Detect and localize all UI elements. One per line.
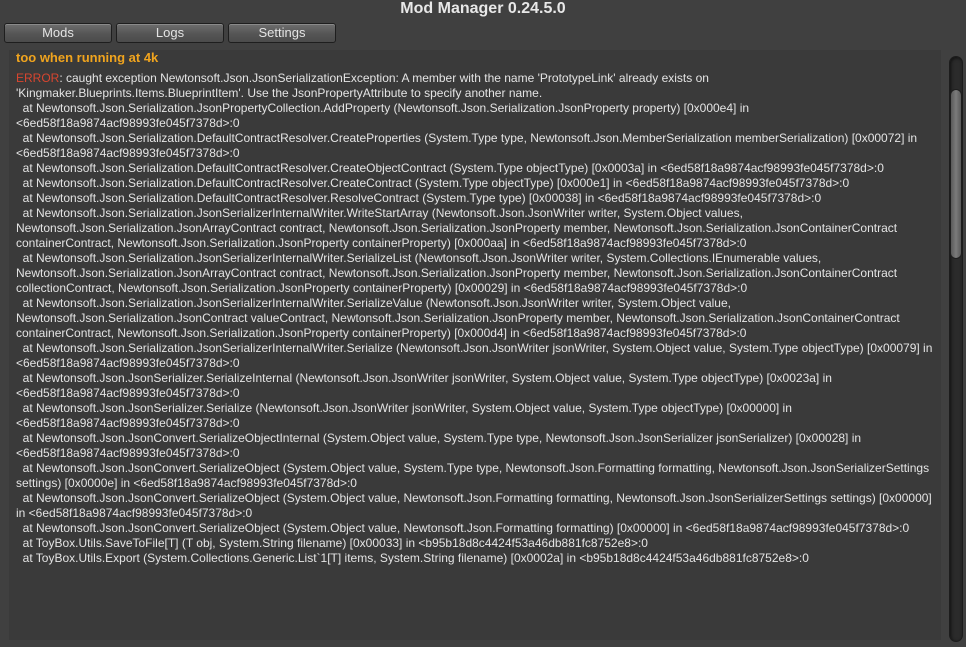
stack-trace-line: at Newtonsoft.Json.JsonConvert.Serialize… [16, 461, 933, 490]
stack-trace-line: at Newtonsoft.Json.Serialization.JsonSer… [16, 341, 936, 370]
tab-mods[interactable]: Mods [4, 23, 112, 43]
stack-trace-line: at ToyBox.Utils.Export (System.Collectio… [16, 551, 809, 565]
stack-trace-line: at Newtonsoft.Json.JsonSerializer.Serial… [16, 371, 836, 400]
error-line: ERROR: caught exception Newtonsoft.Json.… [16, 71, 936, 101]
tab-logs[interactable]: Logs [116, 23, 224, 43]
log-scrollbar[interactable] [949, 56, 963, 642]
scrollbar-thumb[interactable] [950, 89, 962, 259]
stack-trace-line: at Newtonsoft.Json.JsonConvert.Serialize… [16, 431, 865, 460]
log-heading: too when running at 4k [16, 50, 159, 65]
stack-trace-line: at Newtonsoft.Json.JsonConvert.Serialize… [16, 491, 936, 520]
stack-trace-line: at Newtonsoft.Json.Serialization.JsonSer… [16, 206, 901, 250]
log-panel[interactable]: too when running at 4k ERROR: caught exc… [9, 50, 941, 640]
tab-settings[interactable]: Settings [228, 23, 336, 43]
mod-manager-window: Mod Manager 0.24.5.0 Mods Logs Settings … [0, 0, 966, 647]
stack-trace-line: at Newtonsoft.Json.JsonConvert.Serialize… [16, 521, 910, 535]
stack-trace-line: at Newtonsoft.Json.Serialization.Default… [16, 176, 850, 190]
stack-trace-line: at Newtonsoft.Json.Serialization.JsonSer… [16, 296, 904, 340]
log-content: too when running at 4k ERROR: caught exc… [16, 50, 936, 566]
error-label: ERROR [16, 71, 60, 85]
stack-trace-line: at Newtonsoft.Json.Serialization.JsonSer… [16, 251, 901, 295]
toolbar: Mods Logs Settings [4, 23, 336, 45]
stack-trace-line: at Newtonsoft.Json.Serialization.Default… [16, 191, 822, 205]
error-message: : caught exception Newtonsoft.Json.JsonS… [16, 71, 713, 100]
stack-trace-line: at Newtonsoft.Json.JsonSerializer.Serial… [16, 401, 796, 430]
window-title: Mod Manager 0.24.5.0 [400, 0, 566, 17]
stack-trace-line: at Newtonsoft.Json.Serialization.Default… [16, 161, 884, 175]
stack-trace-line: at ToyBox.Utils.SaveToFile[T] (T obj, Sy… [16, 536, 648, 550]
stack-trace-line: at Newtonsoft.Json.Serialization.Default… [16, 131, 921, 160]
stack-trace-line: at Newtonsoft.Json.Serialization.JsonPro… [16, 101, 753, 130]
